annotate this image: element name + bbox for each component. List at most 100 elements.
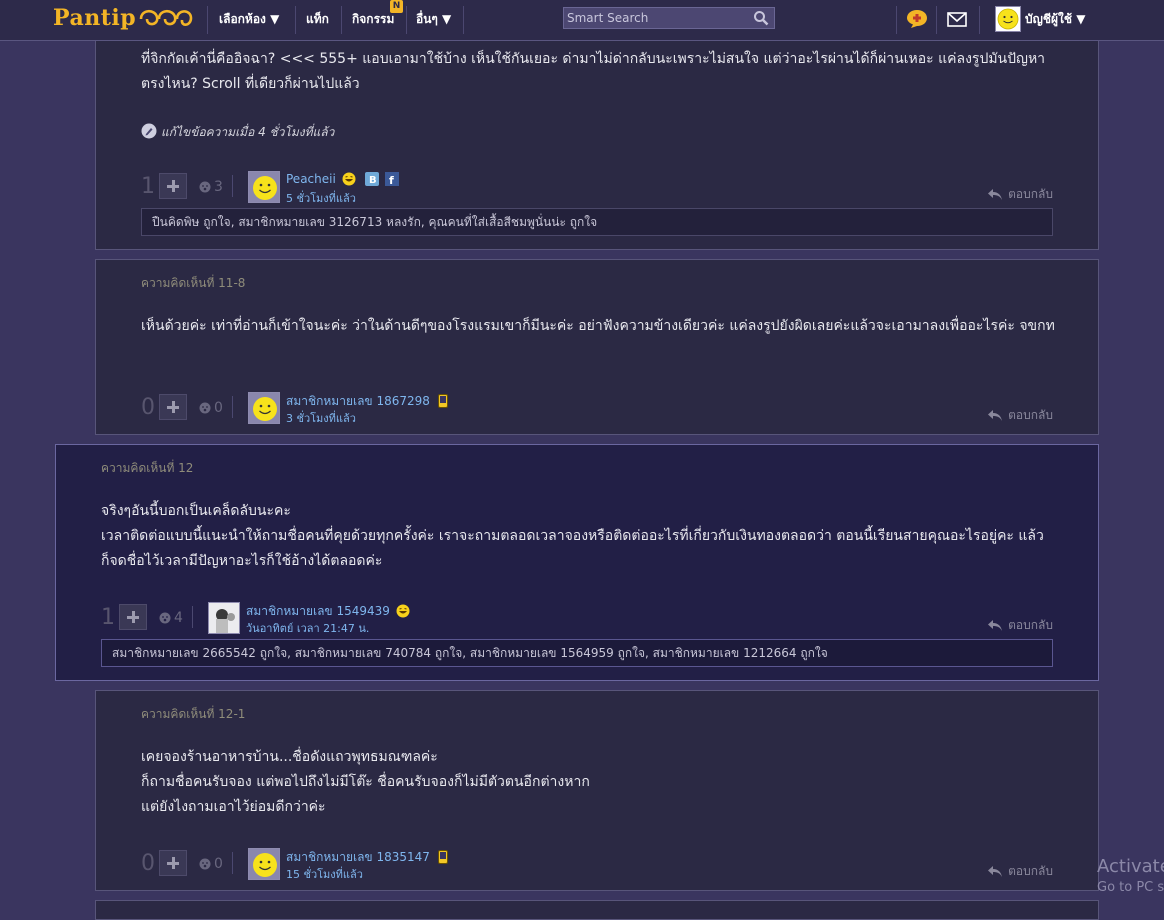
emotion-count-value: 0 — [214, 400, 223, 416]
nav-separator — [896, 6, 897, 34]
emotion-face-icon — [199, 402, 211, 414]
username-text: สมาชิกหมายเลข 1549439 — [246, 604, 390, 618]
nav-choose-room[interactable]: เลือกห้อง ▼ — [219, 0, 279, 40]
nav-separator — [979, 6, 980, 34]
username-text: Peacheii — [286, 172, 336, 186]
comment-card-main: ความคิดเห็นที่ 12 จริงๆอันนี้บอกเป็นเคล็… — [55, 444, 1099, 681]
activity-new-badge: N — [390, 0, 403, 13]
emotion-count-value: 0 — [214, 856, 223, 872]
nav-separator — [341, 6, 342, 34]
comment-number: ความคิดเห็นที่ 12 — [101, 461, 194, 475]
action-separator — [232, 852, 233, 874]
comment-card: ความคิดเห็นที่ 12-1 เคยจองร้านอาหารบ้าน.… — [95, 690, 1099, 891]
search-input[interactable] — [567, 9, 747, 27]
nav-separator — [936, 6, 937, 34]
mail-icon[interactable] — [947, 12, 967, 27]
comment-text: แต่ยังไงถามเอาไว้ย่อมดีกว่าค่ะ — [141, 799, 326, 815]
emotion-count[interactable]: 0 — [199, 400, 223, 416]
user-avatar[interactable] — [208, 602, 240, 634]
emotion-count-value: 4 — [174, 610, 183, 626]
edited-text: แก้ไขข้อความเมื่อ 4 ชั่วโมงที่แล้ว — [161, 125, 335, 139]
comment-body: เห็นด้วยค่ะ เท่าที่อ่านก็เข้าใจนะค่ะ ว่า… — [141, 314, 1056, 339]
emotion-face-icon — [199, 181, 211, 193]
vote-plus-button[interactable] — [159, 850, 187, 876]
post-time: 3 ชั่วโมงที่แล้ว — [286, 412, 356, 425]
search-icon[interactable] — [753, 10, 769, 26]
emotion-count-value: 3 — [214, 179, 223, 195]
nav-tag[interactable]: แท็ก — [306, 0, 329, 40]
reply-arrow-icon — [988, 866, 1003, 877]
laughing-emoji-icon — [342, 172, 356, 186]
comment-text: ที่จิกกัดเค้านี่คืออิจฉา? <<< 555+ แอบเอ… — [141, 51, 1046, 92]
action-separator — [192, 606, 193, 628]
vote-score: 1 — [141, 174, 155, 199]
user-avatar[interactable] — [248, 171, 280, 203]
reply-button[interactable]: ตอบกลับ — [988, 616, 1053, 635]
vote-plus-button[interactable] — [159, 394, 187, 420]
vote-score: 0 — [141, 395, 155, 420]
username-text: สมาชิกหมายเลข 1835147 — [286, 850, 430, 864]
vote-plus-button[interactable] — [119, 604, 147, 630]
post-time: 5 ชั่วโมงที่แล้ว — [286, 192, 356, 205]
vote-score: 0 — [141, 851, 155, 876]
username-text: สมาชิกหมายเลข 1867298 — [286, 394, 430, 408]
comment-text: จริงๆอันนี้บอกเป็นเคล็ดลับนะคะ — [101, 503, 291, 519]
reactions-list: สมาชิกหมายเลข 2665542 ถูกใจ, สมาชิกหมายเ… — [101, 639, 1053, 667]
facebook-icon[interactable]: f — [385, 172, 400, 187]
action-separator — [232, 175, 233, 197]
comment-card: ความคิดเห็นที่ 11-8 เห็นด้วยค่ะ เท่าที่อ… — [95, 259, 1099, 435]
comment-body: ที่จิกกัดเค้านี่คืออิจฉา? <<< 555+ แอบเอ… — [141, 47, 1056, 97]
comment-card — [95, 900, 1099, 920]
svg-text:f: f — [389, 174, 394, 186]
mobile-badge-icon — [437, 394, 448, 408]
account-avatar[interactable] — [995, 6, 1021, 32]
smiley-avatar-icon — [249, 393, 279, 423]
smiley-avatar-icon — [249, 172, 279, 202]
comment-text: เวลาติดต่อแบบนี้แนะนำให้ถามชื่อคนที่คุยด… — [101, 528, 1044, 569]
account-menu[interactable]: บัญชีผู้ใช้ ▼ — [1025, 0, 1085, 40]
user-avatar[interactable] — [248, 848, 280, 880]
photo-avatar-icon — [209, 603, 239, 633]
new-topic-icon[interactable] — [906, 9, 928, 29]
reply-label: ตอบกลับ — [1008, 618, 1053, 632]
comment-text: ก็ถามชื่อคนรับจอง แต่พอไปถึงไม่มีโต๊ะ ชื… — [141, 774, 590, 790]
emotion-count[interactable]: 0 — [199, 856, 223, 872]
user-avatar[interactable] — [248, 392, 280, 424]
comment-text: เคยจองร้านอาหารบ้าน...ชื่อดังแถวพุทธมณฑล… — [141, 749, 438, 765]
svg-text:B: B — [369, 175, 377, 186]
comment-body: จริงๆอันนี้บอกเป็นเคล็ดลับนะคะ เวลาติดต่… — [101, 499, 1051, 574]
reply-label: ตอบกลับ — [1008, 864, 1053, 878]
post-time: วันอาทิตย์ เวลา 21:47 น. — [246, 622, 370, 635]
reply-arrow-icon — [988, 620, 1003, 631]
mobile-badge-icon — [437, 850, 448, 864]
smiley-avatar-icon — [997, 8, 1019, 30]
nav-activity[interactable]: กิจกรรม — [352, 0, 394, 40]
reply-button[interactable]: ตอบกลับ — [988, 185, 1053, 204]
action-separator — [232, 396, 233, 418]
reply-arrow-icon — [988, 410, 1003, 421]
edited-note: แก้ไขข้อความเมื่อ 4 ชั่วโมงที่แล้ว — [141, 123, 334, 142]
comment-body: เคยจองร้านอาหารบ้าน...ชื่อดังแถวพุทธมณฑล… — [141, 745, 1056, 820]
nav-separator — [463, 6, 464, 34]
reply-label: ตอบกลับ — [1008, 408, 1053, 422]
laughing-emoji-icon — [396, 604, 410, 618]
comment-number: ความคิดเห็นที่ 12-1 — [141, 707, 246, 721]
reply-arrow-icon — [988, 189, 1003, 200]
reply-button[interactable]: ตอบกลับ — [988, 862, 1053, 881]
nav-more[interactable]: อื่นๆ ▼ — [416, 0, 451, 40]
vote-plus-button[interactable] — [159, 173, 187, 199]
comment-text: เห็นด้วยค่ะ เท่าที่อ่านก็เข้าใจนะค่ะ ว่า… — [141, 318, 1055, 334]
vote-score: 1 — [101, 605, 115, 630]
pantip-logo-mark-icon[interactable] — [137, 5, 193, 31]
pantip-logo[interactable]: Pantip — [53, 4, 136, 34]
nav-separator — [406, 6, 407, 34]
emotion-count[interactable]: 3 — [199, 179, 223, 195]
reply-button[interactable]: ตอบกลับ — [988, 406, 1053, 425]
comment-number: ความคิดเห็นที่ 11-8 — [141, 276, 246, 290]
top-navbar: Pantip เลือกห้อง ▼ แท็ก กิจกรรม N อื่นๆ … — [0, 0, 1164, 41]
emotion-face-icon — [159, 612, 171, 624]
blog-badge-icon[interactable]: B — [365, 172, 380, 186]
emotion-face-icon — [199, 858, 211, 870]
emotion-count[interactable]: 4 — [159, 610, 183, 626]
username-link[interactable]: Peacheii B f — [286, 172, 400, 187]
